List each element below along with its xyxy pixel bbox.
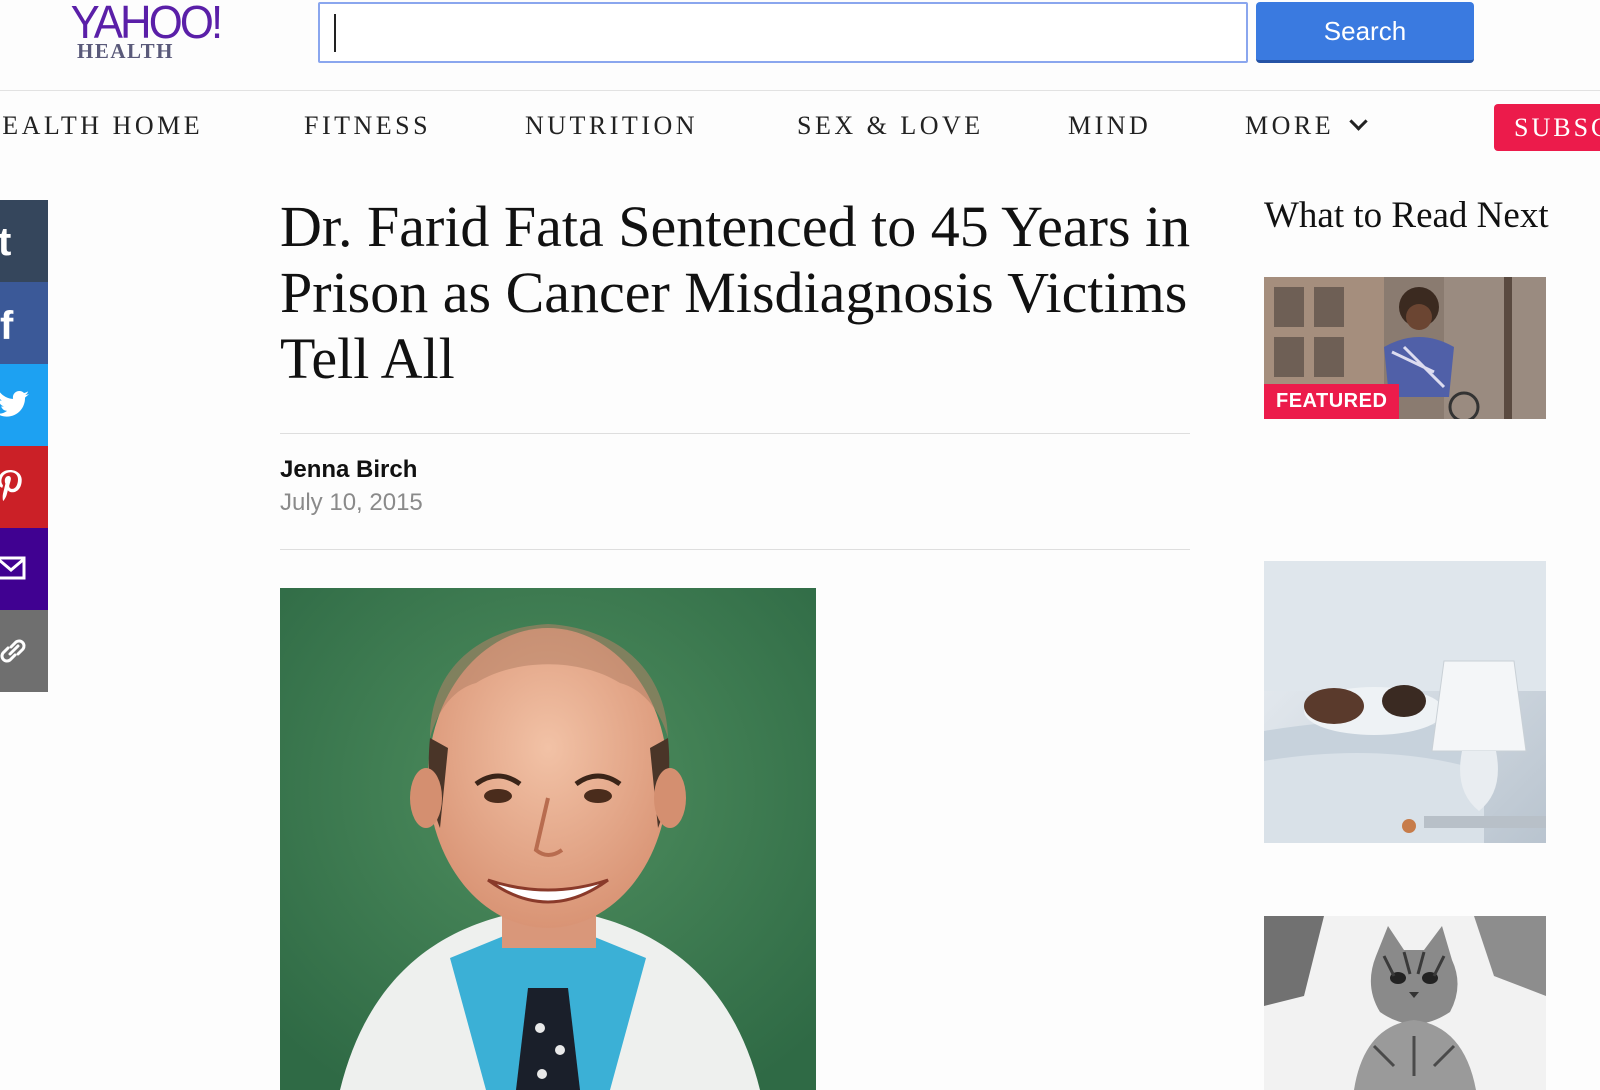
nav-more-label: MORE <box>1245 111 1335 140</box>
share-tumblr-button[interactable]: t <box>0 200 48 282</box>
svg-text:f: f <box>0 304 14 344</box>
sidebar-article-2[interactable] <box>1264 561 1546 843</box>
nav-fitness[interactable]: FITNESS <box>304 108 431 144</box>
share-email-button[interactable] <box>0 528 48 610</box>
subscribe-button[interactable]: SUBSCRIBE <box>1494 104 1600 151</box>
link-icon <box>0 639 26 663</box>
share-link-button[interactable] <box>0 610 48 692</box>
twitter-icon <box>0 391 29 417</box>
byline-divider-top <box>280 433 1190 434</box>
article-headline: Dr. Farid Fata Sentenced to 45 Years in … <box>280 194 1191 391</box>
yahoo-health-logo[interactable]: YAHOO! HEALTH <box>58 0 233 68</box>
publish-date: July 10, 2015 <box>280 489 423 516</box>
email-icon <box>0 556 26 580</box>
sidebar-article-1[interactable]: FEATURED <box>1264 277 1546 419</box>
nav-mind[interactable]: MIND <box>1068 108 1151 144</box>
search-input[interactable] <box>318 2 1248 63</box>
logo-brand: YAHOO! <box>70 0 223 48</box>
share-facebook-button[interactable]: f <box>0 282 48 364</box>
header-divider <box>0 90 1600 91</box>
sidebar-title: What to Read Next <box>1264 195 1549 236</box>
byline-divider-bottom <box>280 549 1190 550</box>
nav-more[interactable]: MORE <box>1245 108 1368 144</box>
sidebar-article-3-image <box>1264 916 1546 1090</box>
featured-badge: FEATURED <box>1264 384 1400 419</box>
svg-text:t: t <box>0 222 11 262</box>
chevron-down-icon <box>1349 112 1368 131</box>
article-hero-image <box>280 588 816 1090</box>
search-button[interactable]: Search <box>1256 2 1474 63</box>
nav-nutrition[interactable]: NUTRITION <box>525 108 698 144</box>
share-pinterest-button[interactable] <box>0 446 48 528</box>
tumblr-icon: t <box>0 222 11 262</box>
sidebar-article-3[interactable] <box>1264 916 1546 1090</box>
facebook-icon: f <box>0 304 14 344</box>
pinterest-icon <box>0 470 22 501</box>
share-twitter-button[interactable] <box>0 364 48 446</box>
nav-sex-and-love[interactable]: SEX & LOVE <box>797 108 984 144</box>
sidebar-article-2-image <box>1264 561 1546 843</box>
nav-health-home[interactable]: HEALTH HOME <box>0 108 203 144</box>
author-name[interactable]: Jenna Birch <box>280 456 417 484</box>
text-cursor <box>334 14 336 52</box>
